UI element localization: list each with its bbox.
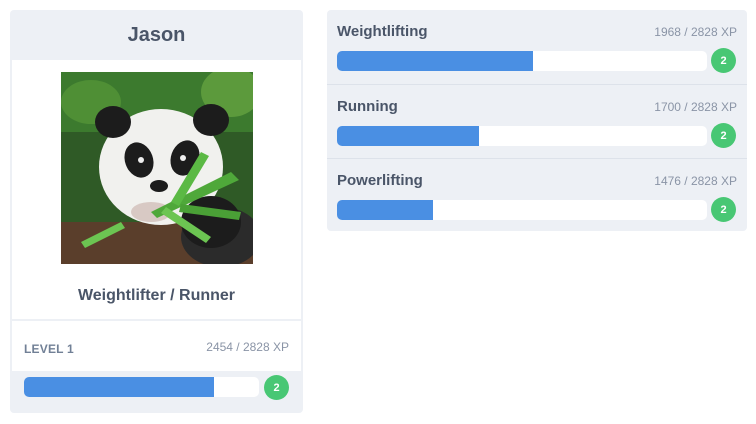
skill-row-powerlifting: Powerlifting 1476 / 2828 XP 2 — [327, 158, 747, 231]
skill-progress-fill — [337, 126, 480, 146]
level-xp: 2454 / 2828 XP — [206, 340, 289, 354]
level-label: LEVEL 1 — [24, 342, 74, 356]
profile-title: Weightlifter / Runner — [77, 287, 236, 304]
level-badge: 2 — [264, 375, 289, 400]
profile-body: Weightlifter / Runner LEVEL 1 2454 / 282… — [12, 60, 301, 371]
avatar — [61, 72, 253, 264]
level-progress: 2 — [24, 375, 290, 400]
skill-progress-track — [337, 51, 707, 71]
divider — [12, 319, 301, 321]
skill-row-running: Running 1700 / 2828 XP 2 — [327, 84, 747, 158]
skill-progress-track — [337, 126, 707, 146]
skill-name: Running — [337, 98, 398, 115]
profile-name: Jason — [127, 23, 186, 46]
skill-row-weightlifting: Weightlifting 1968 / 2828 XP 2 — [327, 10, 747, 84]
panda-avatar-image — [61, 72, 253, 264]
skill-progress-fill — [337, 200, 434, 220]
skill-name: Powerlifting — [337, 172, 423, 189]
profile-card: Jason Weightlifter / Runner LEVEL 1 2454… — [10, 10, 303, 413]
skill-progress-fill — [337, 51, 534, 71]
skill-xp: 1476 / 2828 XP — [654, 174, 737, 188]
skill-xp: 1968 / 2828 XP — [654, 25, 737, 39]
skill-level-badge: 2 — [711, 48, 736, 73]
skill-name: Weightlifting — [337, 23, 428, 40]
skills-card: Weightlifting 1968 / 2828 XP 2 Running 1… — [327, 10, 747, 231]
skill-level-badge: 2 — [711, 197, 736, 222]
skill-xp: 1700 / 2828 XP — [654, 100, 737, 114]
skill-level-badge: 2 — [711, 123, 736, 148]
skill-progress-track — [337, 200, 707, 220]
level-progress-track — [24, 377, 259, 397]
level-progress-fill — [24, 377, 215, 397]
